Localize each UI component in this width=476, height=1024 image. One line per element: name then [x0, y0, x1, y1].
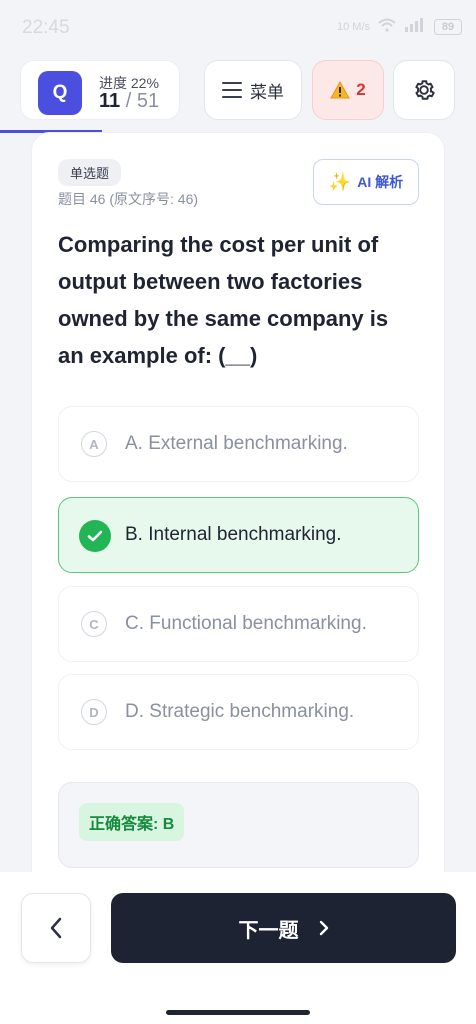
- question-meta: 题目 46 (原文序号: 46): [58, 191, 199, 207]
- previous-question-button[interactable]: [21, 893, 91, 963]
- sparkle-icon: ✨: [328, 171, 352, 192]
- option-text: C. Functional benchmarking.: [125, 613, 367, 634]
- question-text: Comparing the cost per unit of output be…: [58, 232, 389, 368]
- network-speed: 10 M/s: [336, 20, 370, 33]
- option-letter: A: [81, 431, 107, 457]
- progress-count: 11 / 51: [99, 90, 159, 113]
- next-question-button[interactable]: 下一题: [111, 893, 456, 963]
- gear-icon: [415, 80, 435, 100]
- option-text: D. Strategic benchmarking.: [125, 701, 355, 722]
- chevron-left-icon: [50, 917, 62, 939]
- progress-card: Q 进度 22% 11 / 51: [20, 60, 180, 120]
- option-b[interactable]: B. Internal benchmarking.: [58, 497, 419, 573]
- warning-count: 2: [356, 80, 366, 99]
- check-icon: [79, 520, 111, 552]
- current-index: 11: [99, 90, 121, 112]
- correct-answer-label: 正确答案: B: [79, 803, 185, 841]
- question-mode-badge: Q: [38, 71, 82, 115]
- option-letter: C: [81, 611, 107, 637]
- battery-icon: 89: [434, 18, 462, 35]
- option-letter: D: [81, 699, 107, 725]
- bottom-navigation: 下一题: [0, 872, 476, 1024]
- option-d[interactable]: D D. Strategic benchmarking.: [58, 674, 419, 750]
- option-text: A. External benchmarking.: [125, 433, 348, 454]
- signal-icon: [404, 18, 426, 35]
- status-bar: 22:45 10 M/s 89: [0, 0, 476, 52]
- menu-label: 菜单: [250, 82, 284, 102]
- home-indicator: [166, 1010, 310, 1015]
- question-card: 单选题 题目 46 (原文序号: 46) ✨ AI 解析 Comparing t…: [31, 132, 445, 892]
- wifi-icon: [378, 18, 396, 35]
- option-text: B. Internal benchmarking.: [125, 524, 342, 545]
- chevron-right-icon: [319, 920, 328, 936]
- error-report-button[interactable]: 2: [312, 60, 384, 120]
- answer-panel: 正确答案: B: [58, 782, 419, 868]
- settings-button[interactable]: [393, 60, 455, 120]
- hamburger-icon: [222, 82, 242, 98]
- option-c[interactable]: C C. Functional benchmarking.: [58, 586, 419, 662]
- question-type-tag: 单选题: [58, 159, 122, 186]
- next-question-label: 下一题: [238, 919, 299, 942]
- top-toolbar: Q 进度 22% 11 / 51 菜单 2: [0, 58, 476, 124]
- option-a[interactable]: A A. External benchmarking.: [58, 406, 419, 482]
- ai-analysis-label: AI 解析: [357, 174, 404, 190]
- warning-icon: [330, 81, 351, 99]
- menu-button[interactable]: 菜单: [204, 60, 302, 120]
- status-time: 22:45: [22, 17, 70, 38]
- ai-analysis-button[interactable]: ✨ AI 解析: [313, 159, 419, 205]
- status-icons: 10 M/s 89: [337, 18, 462, 35]
- total-count: / 51: [120, 90, 160, 112]
